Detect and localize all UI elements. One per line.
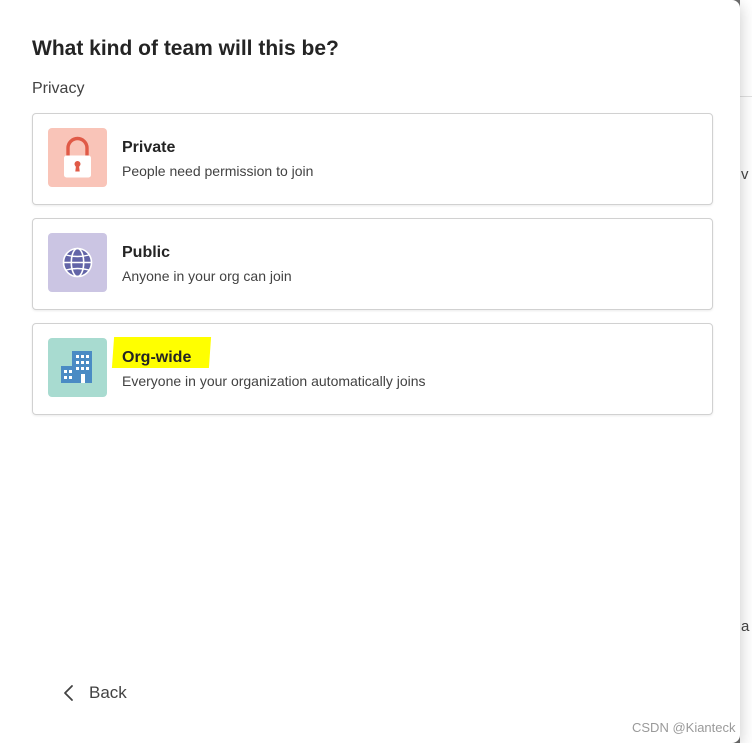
public-tile (48, 233, 107, 292)
watermark: CSDN @Kianteck (632, 720, 736, 735)
building-icon (61, 351, 92, 383)
option-private-description: People need permission to join (122, 163, 314, 179)
org-wide-tile (48, 338, 107, 397)
back-button-label: Back (89, 683, 127, 702)
backdrop-divider (740, 96, 752, 97)
globe-icon (62, 247, 93, 278)
dialog-title: What kind of team will this be? (32, 37, 339, 60)
option-public-title: Public (122, 244, 171, 261)
privacy-section-label: Privacy (32, 80, 85, 97)
back-button[interactable]: Back (58, 676, 127, 710)
option-private[interactable]: Private People need permission to join (32, 113, 713, 205)
lock-icon (64, 136, 91, 178)
backdrop-text-fragment: a (741, 618, 750, 635)
private-tile (48, 128, 107, 187)
option-public[interactable]: Public Anyone in your org can join (32, 218, 713, 310)
option-org-wide[interactable]: Org-wide Everyone in your organization a… (32, 323, 713, 415)
backdrop-text-fragment: v (741, 166, 749, 183)
create-team-dialog: What kind of team will this be? Privacy … (0, 0, 740, 743)
backdrop-right: v a (740, 0, 752, 743)
option-private-title: Private (122, 139, 176, 156)
chevron-left-icon (64, 685, 73, 701)
option-public-description: Anyone in your org can join (122, 268, 292, 284)
option-org-wide-title: Org-wide (122, 349, 192, 366)
option-org-wide-description: Everyone in your organization automatica… (122, 373, 426, 389)
